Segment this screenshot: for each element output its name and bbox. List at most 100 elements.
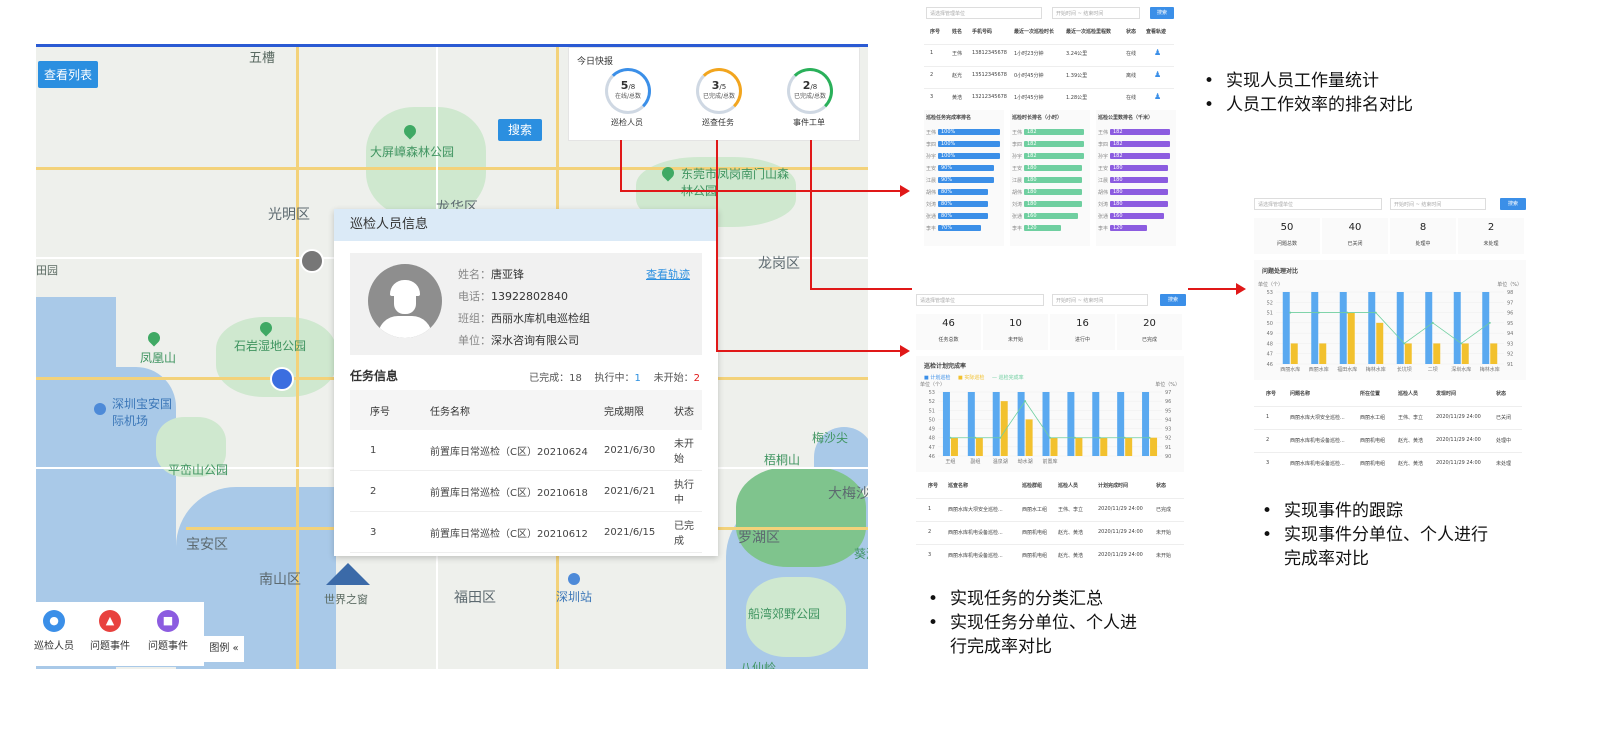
- x-tick-label: 前置库: [1042, 458, 1057, 465]
- card-title: 巡检人员信息: [334, 209, 718, 241]
- rank-name: 张通: [926, 214, 937, 220]
- y-tick-right: 94: [1165, 417, 1171, 423]
- table-row[interactable]: 3 前置库日常巡检（C区）20210612 2021/6/15 已完成: [350, 511, 702, 553]
- rate-point: [1374, 311, 1377, 314]
- bullet-text: • 实现任务的分类汇总: [928, 589, 1103, 609]
- rank-bar: 180: [1024, 201, 1082, 207]
- rate-point: [1148, 436, 1151, 439]
- rank-value: 90%: [941, 165, 953, 171]
- inspector-marker-icon[interactable]: [270, 367, 294, 391]
- table-cell: 赵光: [952, 73, 963, 79]
- inspector-marker-icon[interactable]: [300, 249, 324, 273]
- y-tick-right: 97: [1165, 390, 1171, 396]
- station-icon: [568, 573, 580, 585]
- planned-bar: [1368, 292, 1376, 364]
- unit-select[interactable]: 请选择管理单位: [1254, 198, 1382, 210]
- search-button[interactable]: 搜索: [1500, 198, 1526, 210]
- rank-value: 182: [1027, 153, 1037, 159]
- planned-bar: [1067, 392, 1075, 456]
- map-legend: ● 巡检人员 ▲ 问题事件 ■ 问题事件: [34, 602, 204, 666]
- stat-label: 问题总数: [1276, 241, 1297, 247]
- planned-bar: [1092, 392, 1100, 456]
- legend-item[interactable]: ● 巡检人员: [26, 610, 82, 652]
- view-list-button[interactable]: 查看列表: [38, 61, 99, 88]
- y-tick-left: 49: [929, 427, 935, 433]
- table-header-cell: 发现时间: [1436, 391, 1457, 397]
- rank-value: 80%: [941, 201, 953, 207]
- x-tick-label: 梅林水库: [1480, 366, 1500, 373]
- chart-card: 问题处理对比 单位（个） 单位（%） 53 98 52 97 51 96 50 95 49 94 48 9…: [1254, 260, 1526, 380]
- stat-value: 40: [1348, 222, 1362, 233]
- unit-select[interactable]: 请选择管理单位: [916, 294, 1044, 306]
- rank-name: 李四: [926, 142, 937, 148]
- bullet-text: 行完成率对比: [950, 637, 1052, 657]
- track-person-icon[interactable]: ♟: [1154, 92, 1161, 101]
- x-tick-label: 温泉湖: [993, 458, 1008, 465]
- table-row[interactable]: 1 前置库日常巡检（C区）20210624 2021/6/30 未开始: [350, 430, 702, 471]
- table-cell: 西丽机电组: [1360, 461, 1386, 467]
- y-tick-right: 93: [1507, 341, 1513, 347]
- unit-select[interactable]: 请选择管理单位: [926, 7, 1042, 19]
- map-search-button[interactable]: 搜索: [498, 119, 542, 141]
- table-cell: 未开始: [1156, 530, 1172, 536]
- rank-title: 巡检公里数排名（千米）: [1098, 115, 1154, 121]
- table-cell: 西丽水库大坝安全巡检...: [1290, 415, 1345, 421]
- actual-bar: [1461, 343, 1469, 364]
- rate-point: [1098, 436, 1101, 439]
- y-tick-right: 93: [1165, 427, 1171, 433]
- legend-toggle[interactable]: 图例 «: [204, 636, 244, 662]
- rank-bar: 90%: [938, 165, 994, 171]
- rank-value: 90%: [941, 177, 953, 183]
- x-tick-label: 西丽水库: [1309, 366, 1329, 373]
- rank-value: 70%: [941, 225, 953, 231]
- y-tick-right: 98: [1507, 290, 1513, 296]
- y-tick-right: 97: [1507, 300, 1513, 306]
- rank-value: 180: [1113, 201, 1123, 207]
- rate-point: [974, 436, 977, 439]
- bullet-text: • 人员工作效率的排名对比: [1204, 95, 1413, 115]
- rank-name: 王安: [1098, 166, 1109, 172]
- planned-bar: [1282, 292, 1290, 364]
- legend-item[interactable]: ▲ 问题事件: [82, 610, 138, 652]
- task-status-summary: 已完成：18 执行中：1 未开始：2: [529, 373, 700, 384]
- table-cell: 西丽水工组: [1022, 507, 1048, 513]
- stat-value: 50: [1280, 222, 1294, 233]
- table-cell: 0小时45分钟: [1014, 73, 1044, 79]
- planned-bar: [1142, 392, 1150, 456]
- date-range-input[interactable]: 开始时间 ~ 结束时间: [1052, 294, 1148, 306]
- rank-name: 王安: [1012, 166, 1023, 172]
- place-label: 八仙岭: [740, 661, 777, 669]
- planned-bar: [992, 392, 1000, 456]
- place-label: 南山区: [259, 572, 301, 588]
- ring-label: 巡查任务: [702, 118, 734, 127]
- table-header-cell: 姓名: [952, 29, 963, 35]
- track-person-icon[interactable]: ♟: [1154, 70, 1161, 79]
- ring-label: 事件工单: [793, 118, 825, 127]
- place-label: 深圳宝安国际机场: [112, 397, 173, 428]
- search-button[interactable]: 搜索: [1160, 294, 1186, 306]
- rank-name: 胡伟: [926, 190, 937, 196]
- park-pin-icon: [145, 329, 163, 347]
- track-person-icon[interactable]: ♟: [1154, 48, 1161, 57]
- planned-bar: [942, 392, 950, 456]
- today-report-panel: 今日快报 5/8 在线/总数 巡检人员 3/5 已完成/总数 巡查任务 2/8 …: [568, 47, 860, 141]
- arrow-head-icon: [1236, 283, 1246, 295]
- table-cell: 赵光、黄浩: [1398, 438, 1424, 444]
- date-range-input[interactable]: 开始时间 ~ 结束时间: [1390, 198, 1486, 210]
- search-button[interactable]: 搜索: [1150, 7, 1174, 19]
- rank-value: 180: [1027, 165, 1037, 171]
- rank-value: 100%: [941, 129, 956, 135]
- building-icon: ■: [157, 610, 179, 632]
- date-range-input[interactable]: 开始时间 ~ 结束时间: [1052, 7, 1140, 19]
- rank-value: 182: [1113, 141, 1123, 147]
- table-row[interactable]: 2 前置库日常巡检（C区）20210618 2021/6/21 执行中: [350, 470, 702, 512]
- legend-item[interactable]: ■ 问题事件: [140, 610, 196, 652]
- rank-bar: 180: [1110, 177, 1168, 183]
- table-header-cell: 巡检群组: [1022, 483, 1043, 489]
- place-label: 梧桐山: [764, 453, 801, 467]
- x-tick-label: 西丽水库: [1280, 366, 1300, 373]
- table-cell: 西丽机电组: [1022, 530, 1048, 536]
- connector-line: [810, 140, 812, 290]
- ring-label: 巡检人员: [611, 118, 643, 127]
- view-track-link[interactable]: 查看轨迹: [646, 266, 690, 282]
